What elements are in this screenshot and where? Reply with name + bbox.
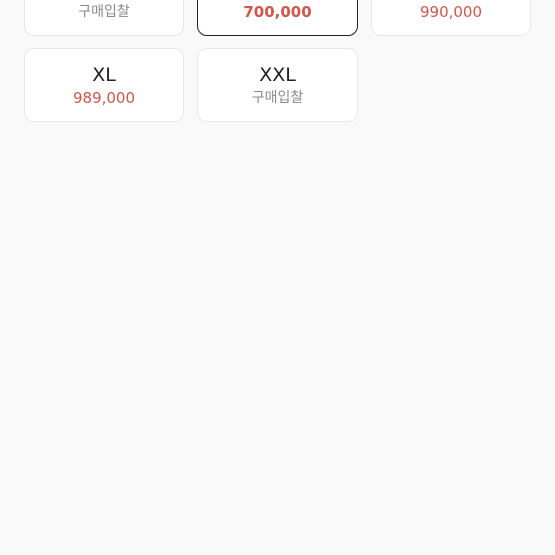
size-option-card[interactable]: 990,000: [371, 0, 531, 36]
size-option-card-xxl[interactable]: XXL 구매입찰: [197, 48, 358, 122]
size-label: XXL: [259, 63, 296, 86]
size-price: 990,000: [419, 2, 483, 21]
size-option-card[interactable]: 구매입찰: [24, 0, 184, 36]
size-option-card-selected[interactable]: 700,000: [197, 0, 358, 36]
size-option-grid: 구매입찰 700,000 990,000 XL 989,000 XXL 구매입찰: [24, 0, 532, 122]
size-option-card-xl[interactable]: XL 989,000: [24, 48, 184, 122]
size-price: 구매입찰: [251, 89, 304, 106]
size-price: 700,000: [243, 2, 312, 21]
size-price: 구매입찰: [78, 3, 130, 20]
size-label: XL: [92, 63, 116, 86]
size-price: 989,000: [72, 88, 136, 107]
